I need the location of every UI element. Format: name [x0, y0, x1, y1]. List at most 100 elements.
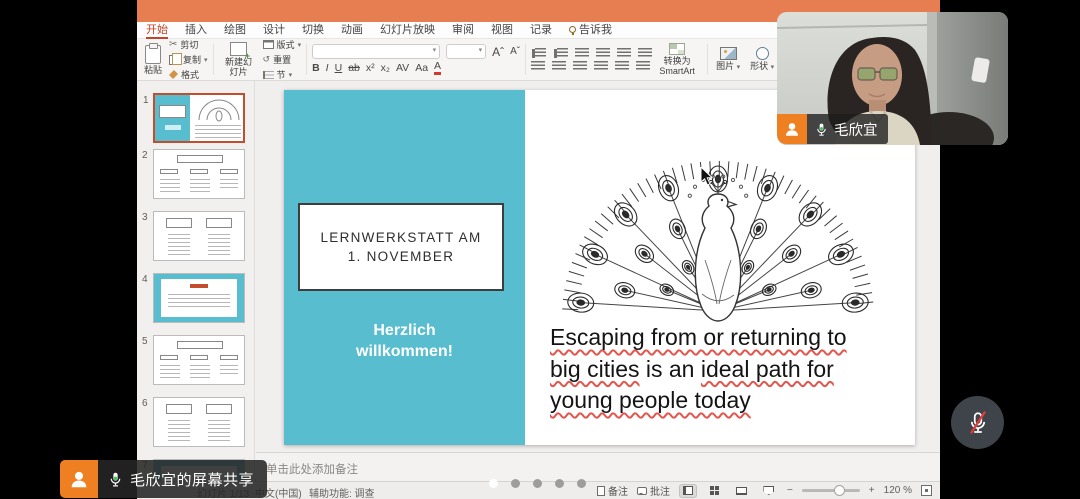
thumbnail-slide-5[interactable]: 5: [153, 335, 245, 385]
zoom-slider[interactable]: [802, 489, 860, 492]
thumbnail-slide-1[interactable]: 1: [153, 93, 245, 143]
bullets-icon[interactable]: [535, 48, 546, 59]
clipboard-icon: [145, 45, 161, 64]
notes-placeholder: 单击此处添加备注: [266, 461, 358, 477]
thumbnail-number: 6: [142, 398, 148, 409]
normal-view-button[interactable]: [679, 484, 697, 498]
shapes-button[interactable]: 形状 ▾: [747, 47, 777, 73]
align-center-icon[interactable]: [552, 61, 566, 72]
superscript-button[interactable]: x²: [366, 62, 375, 74]
section-button[interactable]: 节▾: [263, 68, 302, 81]
slide-greeting[interactable]: Herzlich willkommen!: [284, 320, 525, 362]
zoom-slider-thumb[interactable]: [834, 485, 845, 496]
font-size-select[interactable]: [446, 44, 486, 59]
smartart-icon: [669, 43, 685, 55]
slide-title-box[interactable]: LERNWERKSTATT AM 1. NOVEMBER: [298, 203, 504, 291]
layout-icon: [263, 40, 274, 49]
dot: [555, 479, 564, 488]
zoom-out-button[interactable]: −: [787, 485, 793, 496]
reset-button[interactable]: ↺重置: [263, 53, 302, 66]
meeting-window: 开始 插入 绘图 设计 切换 动画 幻灯片放映 审阅 视图 记录 告诉我 粘贴 …: [0, 0, 1080, 499]
thumbnail-slide-4[interactable]: 4: [153, 273, 245, 323]
slide-body-text[interactable]: Escaping from or returning to big cities…: [550, 322, 900, 417]
bold-button[interactable]: B: [312, 62, 320, 74]
mic-on-icon: [107, 471, 124, 488]
tab-design[interactable]: 设计: [263, 22, 285, 39]
picture-button[interactable]: 图片 ▾: [713, 47, 743, 73]
justify-icon[interactable]: [594, 61, 608, 72]
microphone-muted-button[interactable]: [951, 396, 1004, 449]
indent-decrease-icon[interactable]: [575, 48, 589, 59]
tab-transitions[interactable]: 切换: [302, 22, 324, 39]
align-left-icon[interactable]: [531, 61, 545, 72]
slide-sorter-button[interactable]: [706, 484, 724, 498]
grow-font-button[interactable]: Aˆ: [492, 45, 504, 59]
strikethrough-button[interactable]: ab: [348, 62, 360, 74]
fit-to-window-button[interactable]: [921, 485, 932, 496]
section-icon: [263, 71, 274, 79]
shapes-icon: [756, 47, 769, 60]
subscript-button[interactable]: x₂: [381, 62, 390, 74]
indent-increase-icon[interactable]: [596, 48, 610, 59]
new-slide-icon: [230, 42, 247, 56]
thumbnail-number: 2: [142, 150, 148, 161]
tab-slideshow[interactable]: 幻灯片放映: [380, 22, 435, 39]
accessibility-status[interactable]: 辅助功能: 调查: [309, 485, 375, 499]
mouse-cursor: [700, 167, 714, 187]
tab-draw[interactable]: 绘图: [224, 22, 246, 39]
italic-button[interactable]: I: [326, 62, 329, 74]
font-name-select[interactable]: [312, 44, 440, 59]
normal-view-icon: [683, 486, 693, 495]
thumbnail-number: 4: [142, 274, 148, 285]
slide-title-line1: LERNWERKSTATT AM: [320, 228, 481, 247]
text-direction-icon[interactable]: [615, 61, 629, 72]
font-color-button[interactable]: A: [434, 61, 441, 75]
slide-progress-dots: [489, 479, 586, 488]
align-text-icon[interactable]: [636, 61, 650, 72]
paste-button[interactable]: 粘贴: [141, 45, 165, 75]
participant-name: 毛欣宜: [834, 119, 878, 140]
tab-animations[interactable]: 动画: [341, 22, 363, 39]
tab-home[interactable]: 开始: [146, 22, 168, 39]
notes-toggle-button[interactable]: 备注: [597, 483, 628, 498]
slideshow-icon: [763, 486, 774, 495]
character-spacing-button[interactable]: AV: [396, 62, 409, 74]
thumbnail-number: 1: [143, 95, 149, 106]
tab-insert[interactable]: 插入: [185, 22, 207, 39]
dot: [511, 479, 520, 488]
picture-icon: [720, 47, 737, 60]
new-slide-button[interactable]: 新建幻灯片: [219, 42, 259, 77]
align-right-icon[interactable]: [573, 61, 587, 72]
reset-icon: ↺: [263, 55, 271, 65]
tab-review[interactable]: 审阅: [452, 22, 474, 39]
webcam-tile[interactable]: 毛欣宜: [777, 12, 1008, 145]
mic-muted-icon: [965, 410, 991, 436]
peacock-illustration: [553, 132, 883, 327]
convert-smartart-button[interactable]: 转换为SmartArt: [652, 42, 702, 77]
reading-view-icon: [736, 487, 747, 495]
thumbnail-slide-6[interactable]: 6: [153, 397, 245, 447]
zoom-in-button[interactable]: +: [869, 485, 875, 496]
copy-button[interactable]: 复制▾: [169, 53, 208, 66]
columns-icon[interactable]: [638, 48, 652, 59]
slideshow-button[interactable]: [760, 484, 778, 498]
thumbnail-slide-2[interactable]: 2: [153, 149, 245, 199]
shrink-font-button[interactable]: Aˇ: [510, 46, 520, 57]
notes-pane[interactable]: 单击此处添加备注: [256, 452, 940, 481]
screen-share-pill: 毛欣宜的屏幕共享: [60, 460, 267, 498]
change-case-button[interactable]: Aa: [415, 62, 428, 74]
tab-view[interactable]: 视图: [491, 22, 513, 39]
comments-toggle-button[interactable]: 批注: [637, 483, 670, 498]
zoom-level[interactable]: 120 %: [884, 485, 912, 496]
format-painter-button[interactable]: 格式: [169, 68, 208, 81]
tab-record[interactable]: 记录: [530, 22, 552, 39]
thumbnail-slide-3[interactable]: 3: [153, 211, 245, 261]
reading-view-button[interactable]: [733, 484, 751, 498]
layout-button[interactable]: 版式▾: [263, 38, 302, 51]
tab-tell-me[interactable]: 告诉我: [569, 22, 612, 39]
numbering-icon[interactable]: [557, 48, 568, 59]
underline-button[interactable]: U: [335, 62, 343, 74]
cut-button[interactable]: ✂剪切: [169, 38, 208, 51]
line-spacing-icon[interactable]: [617, 48, 631, 59]
dropdown-caret: ▾: [298, 41, 302, 49]
